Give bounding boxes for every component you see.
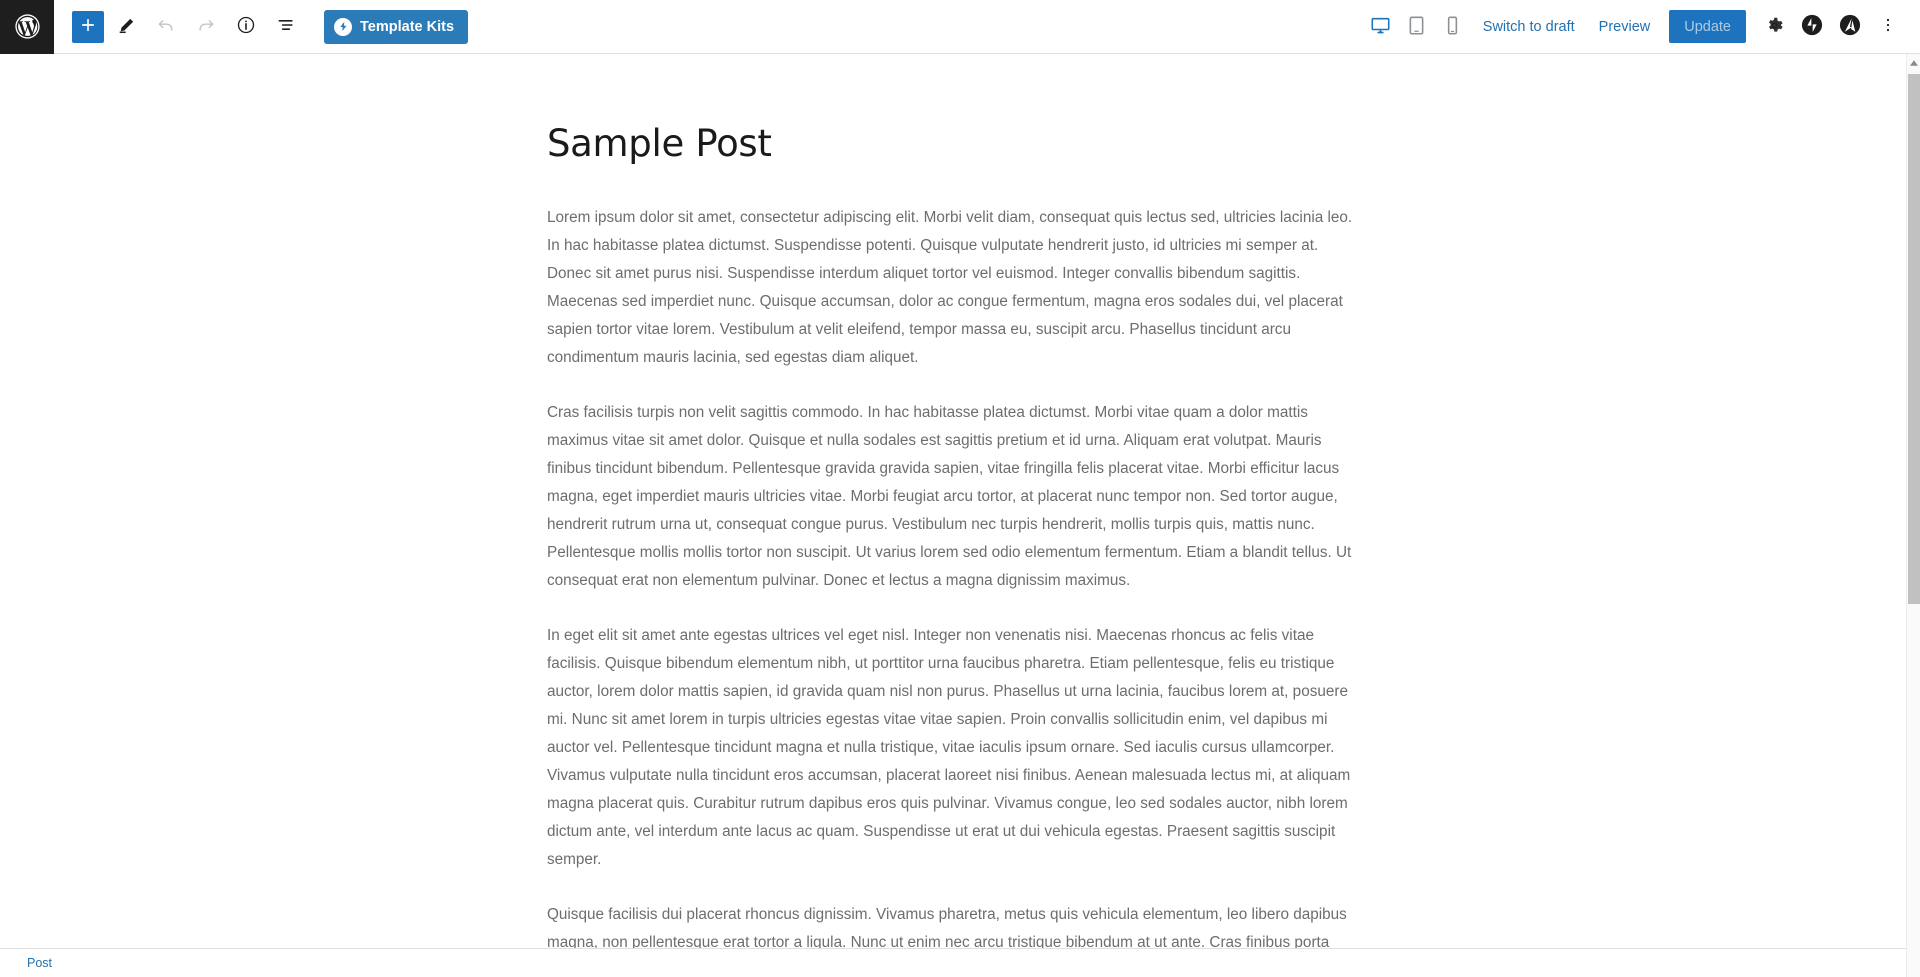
template-kits-button[interactable]: Template Kits: [324, 9, 469, 44]
post-content-container: Sample Post Lorem ipsum dolor sit amet, …: [547, 54, 1359, 977]
add-block-button[interactable]: [72, 10, 104, 43]
editor-footer-breadcrumb-bar: Post: [0, 948, 1906, 977]
astra-button[interactable]: [1832, 9, 1868, 45]
editor-canvas[interactable]: Sample Post Lorem ipsum dolor sit amet, …: [0, 54, 1906, 977]
redo-button[interactable]: [188, 9, 224, 45]
preview-desktop-button[interactable]: [1364, 9, 1398, 45]
wordpress-logo-button[interactable]: [0, 0, 54, 54]
more-options-button[interactable]: [1870, 9, 1906, 45]
header-right-toolbar: Switch to draft Preview Update: [1364, 9, 1920, 45]
tools-button[interactable]: [108, 9, 144, 45]
paragraph-block[interactable]: Cras facilisis turpis non velit sagittis…: [547, 399, 1359, 595]
plus-icon: [79, 16, 97, 37]
jetpack-button[interactable]: [1794, 9, 1830, 45]
info-circle-icon: [236, 15, 256, 38]
vertical-scrollbar[interactable]: [1906, 54, 1920, 977]
redo-arrow-icon: [196, 15, 216, 38]
preview-tablet-button[interactable]: [1400, 9, 1434, 45]
details-button[interactable]: [228, 9, 264, 45]
pencil-icon: [117, 16, 136, 38]
undo-arrow-icon: [156, 15, 176, 38]
breadcrumb-post[interactable]: Post: [27, 956, 52, 970]
update-button[interactable]: Update: [1669, 10, 1746, 43]
template-kits-label: Template Kits: [360, 18, 455, 35]
tablet-icon: [1406, 15, 1427, 39]
header-left-toolbar: Template Kits: [54, 9, 469, 45]
preview-mobile-button[interactable]: [1436, 9, 1470, 45]
lightning-bolt-icon: [334, 17, 352, 36]
gear-icon: [1765, 16, 1784, 38]
post-title[interactable]: Sample Post: [547, 122, 1359, 166]
editor-header: Template Kits Switch to draft Preview Up…: [0, 0, 1920, 54]
switch-to-draft-button[interactable]: Switch to draft: [1472, 13, 1586, 41]
undo-button[interactable]: [148, 9, 184, 45]
scroll-up-arrow-icon[interactable]: [1907, 56, 1920, 70]
wordpress-logo-icon: [13, 12, 42, 41]
paragraph-block[interactable]: In eget elit sit amet ante egestas ultri…: [547, 622, 1359, 874]
list-view-button[interactable]: [268, 9, 304, 45]
preview-button[interactable]: Preview: [1588, 13, 1662, 41]
astra-logo-icon: [1839, 14, 1861, 39]
list-view-icon: [276, 15, 296, 38]
jetpack-lightning-icon: [1801, 14, 1823, 39]
paragraph-block[interactable]: Lorem ipsum dolor sit amet, consectetur …: [547, 204, 1359, 372]
settings-button[interactable]: [1756, 9, 1792, 45]
three-dots-vertical-icon: [1879, 16, 1897, 37]
mobile-phone-icon: [1442, 15, 1463, 39]
scrollbar-thumb[interactable]: [1908, 74, 1920, 604]
desktop-monitor-icon: [1370, 15, 1391, 39]
